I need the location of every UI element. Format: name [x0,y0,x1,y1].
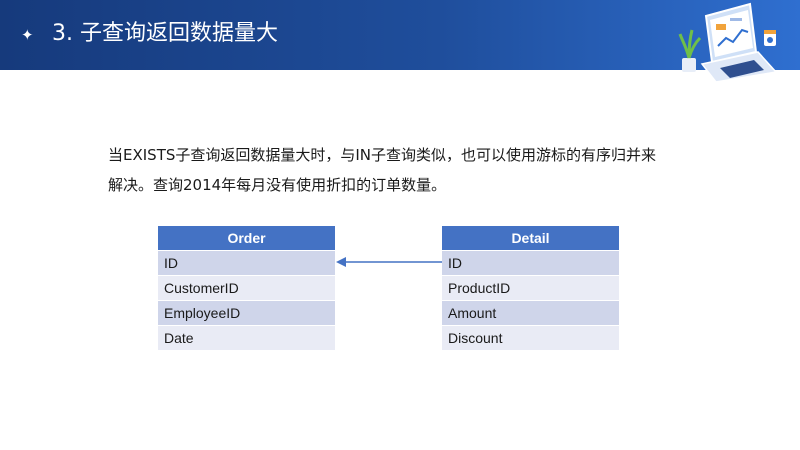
description-line-2: 解决。查询2014年每月没有使用折扣的订单数量。 [108,176,447,194]
relation-arrow-icon [336,257,442,267]
four-point-star-icon: ✦ [21,26,34,44]
order-row-customerid: CustomerID [158,275,335,301]
description-line-1: 当EXISTS子查询返回数据量大时，与IN子查询类似，也可以使用游标的有序归并来 [108,146,657,164]
detail-table: Detail ID ProductID Amount Discount [442,226,619,350]
detail-row-amount: Amount [442,300,619,326]
slide-title: 3. 子查询返回数据量大 [52,21,278,46]
detail-row-id: ID [442,250,619,276]
order-table: Order ID CustomerID EmployeeID Date [158,226,335,350]
order-row-date: Date [158,325,335,350]
description-text: 当EXISTS子查询返回数据量大时，与IN子查询类似，也可以使用游标的有序归并来… [108,140,728,200]
detail-table-header: Detail [442,226,619,251]
laptop-chart-icon [678,2,778,82]
order-row-id: ID [158,250,335,276]
order-row-employeeid: EmployeeID [158,300,335,326]
detail-row-productid: ProductID [442,275,619,301]
detail-row-discount: Discount [442,325,619,350]
title-bar: ✦ 3. 子查询返回数据量大 [0,0,800,82]
order-table-header: Order [158,226,335,251]
